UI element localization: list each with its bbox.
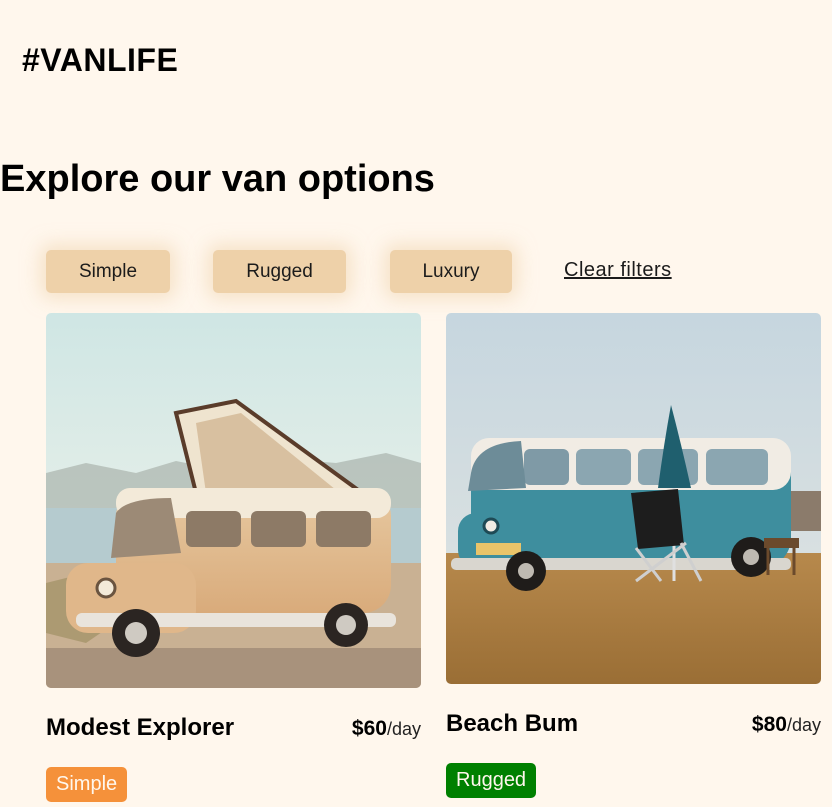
price-amount: $80	[751, 713, 787, 736]
van-name[interactable]: Modest Explorer	[46, 714, 234, 742]
price-amount: $60	[351, 717, 387, 740]
vintage-camper-van-photo	[46, 313, 421, 688]
van-photo[interactable]	[46, 313, 421, 688]
van-card-beach-bum[interactable]: Beach Bum $80/day Rugged	[446, 313, 821, 803]
van-type-badge-simple[interactable]: Simple	[46, 767, 128, 802]
page-title: Explore our van options	[0, 158, 435, 200]
filter-luxury-button[interactable]: Luxury	[390, 250, 512, 293]
van-card-modest-explorer[interactable]: Modest Explorer $60/day Simple	[46, 313, 421, 803]
price-unit: /day	[786, 715, 821, 735]
van-type-badge-rugged[interactable]: Rugged	[446, 763, 537, 798]
clear-filters-link[interactable]: Clear filters	[564, 259, 672, 282]
filter-rugged-button[interactable]: Rugged	[213, 250, 346, 293]
site-logo[interactable]: #VANLIFE	[22, 42, 178, 79]
van-photo[interactable]	[446, 313, 821, 684]
filter-simple-button[interactable]: Simple	[46, 250, 170, 293]
van-price: $80/day	[752, 713, 821, 737]
teal-vw-van-photo	[446, 313, 821, 684]
van-name[interactable]: Beach Bum	[446, 710, 578, 738]
price-unit: /day	[386, 719, 421, 739]
van-price: $60/day	[352, 717, 421, 741]
